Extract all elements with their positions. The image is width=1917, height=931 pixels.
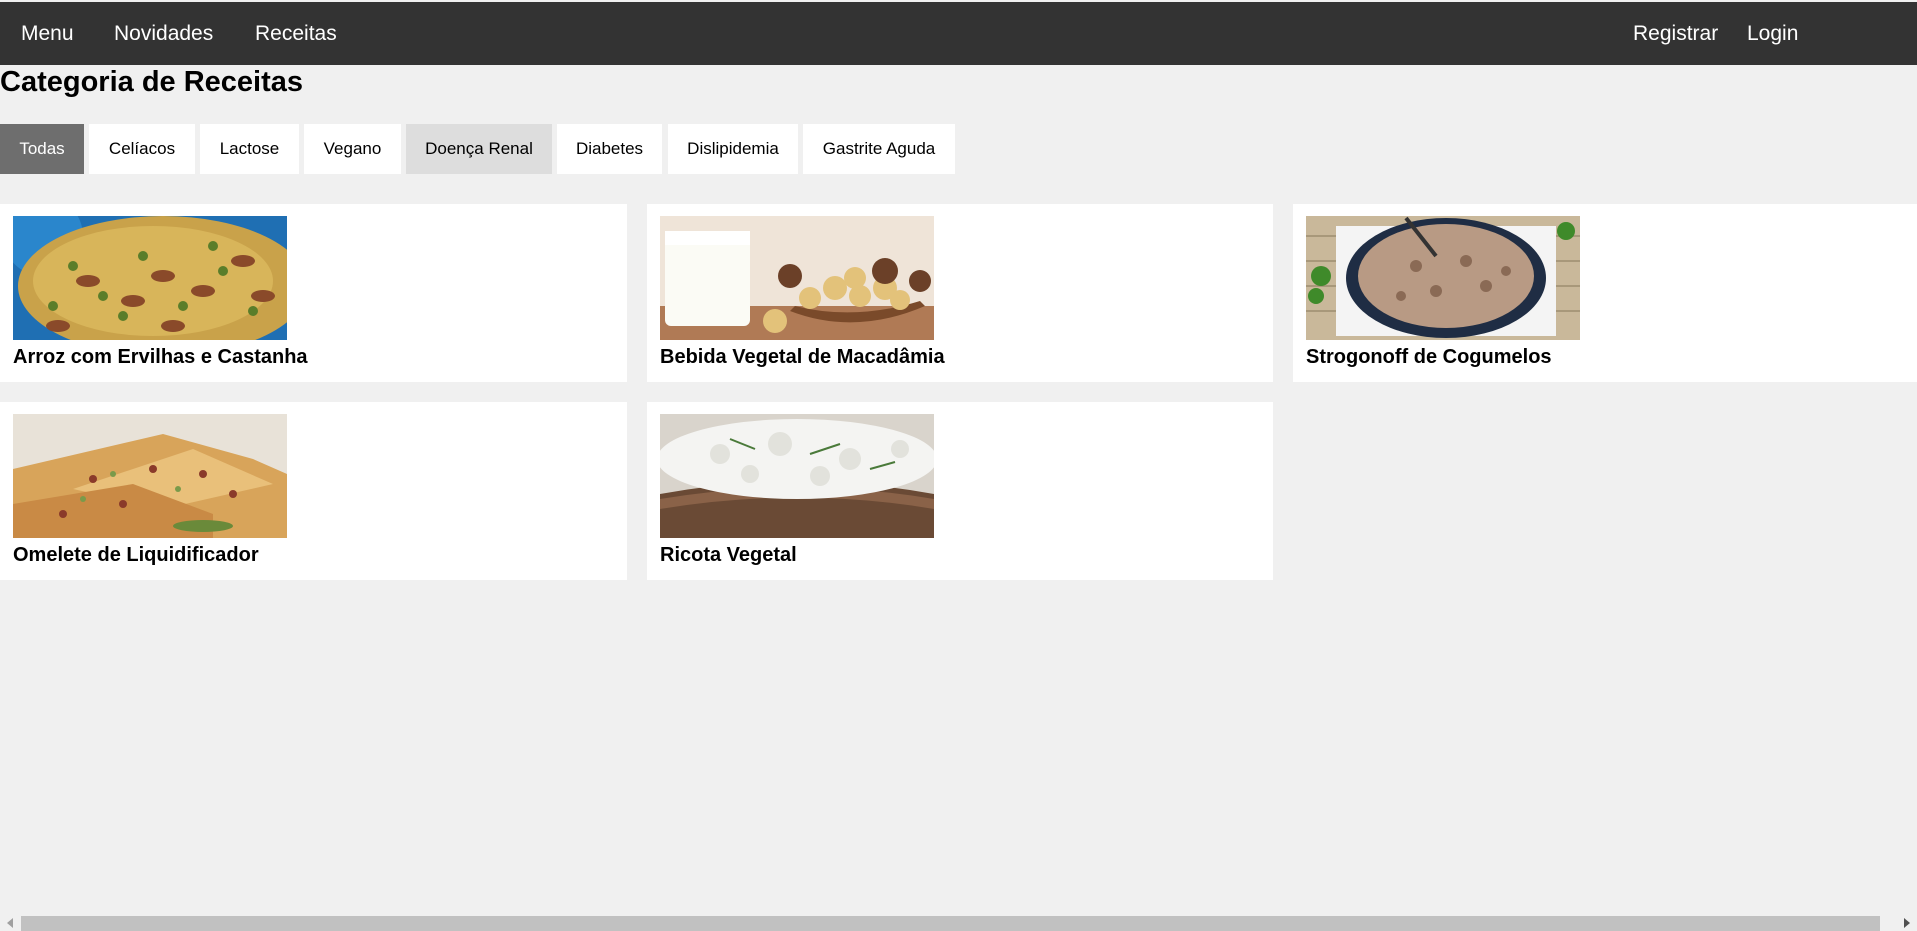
category-diabetes-button[interactable]: Diabetes: [557, 124, 662, 174]
scrollbar-thumb[interactable]: [21, 916, 1880, 931]
macadamia-milk-image[interactable]: [660, 216, 934, 340]
rice-dish-image[interactable]: [13, 216, 287, 340]
recipe-title[interactable]: Strogonoff de Cogumelos: [1306, 346, 1552, 369]
category-lactose-button[interactable]: Lactose: [200, 124, 299, 174]
scroll-left-arrow-icon[interactable]: [7, 918, 13, 928]
category-todas-button[interactable]: Todas: [0, 124, 84, 174]
recipe-card[interactable]: Omelete de Liquidificador: [0, 402, 627, 580]
nav-novidades-link[interactable]: Novidades: [114, 2, 213, 65]
nav-receitas-link[interactable]: Receitas: [255, 2, 337, 65]
category-dislipidemia-button[interactable]: Dislipidemia: [668, 124, 798, 174]
category-celiacos-button[interactable]: Celíacos: [89, 124, 195, 174]
recipe-title[interactable]: Ricota Vegetal: [660, 544, 797, 567]
recipe-card[interactable]: Strogonoff de Cogumelos: [1293, 204, 1917, 382]
recipe-title[interactable]: Bebida Vegetal de Macadâmia: [660, 346, 945, 369]
category-vegano-button[interactable]: Vegano: [304, 124, 401, 174]
recipe-card[interactable]: Arroz com Ervilhas e Castanha: [0, 204, 627, 382]
horizontal-scrollbar[interactable]: [0, 914, 1917, 931]
scroll-right-arrow-icon[interactable]: [1904, 918, 1910, 928]
nav-login-link[interactable]: Login: [1747, 2, 1798, 65]
recipe-card[interactable]: Bebida Vegetal de Macadâmia: [647, 204, 1273, 382]
category-gastrite-aguda-button[interactable]: Gastrite Aguda: [803, 124, 955, 174]
top-navbar: Menu Novidades Receitas Registrar Login: [0, 2, 1917, 65]
recipe-card[interactable]: Ricota Vegetal: [647, 402, 1273, 580]
recipe-title[interactable]: Arroz com Ervilhas e Castanha: [13, 346, 308, 369]
ricotta-toast-image[interactable]: [660, 414, 934, 538]
recipe-title[interactable]: Omelete de Liquidificador: [13, 544, 259, 567]
nav-registrar-link[interactable]: Registrar: [1633, 2, 1718, 65]
omelette-image[interactable]: [13, 414, 287, 538]
nav-menu-link[interactable]: Menu: [21, 2, 74, 65]
mushroom-strogonoff-image[interactable]: [1306, 216, 1580, 340]
page-title: Categoria de Receitas: [0, 66, 304, 98]
category-doenca-renal-button[interactable]: Doença Renal: [406, 124, 552, 174]
